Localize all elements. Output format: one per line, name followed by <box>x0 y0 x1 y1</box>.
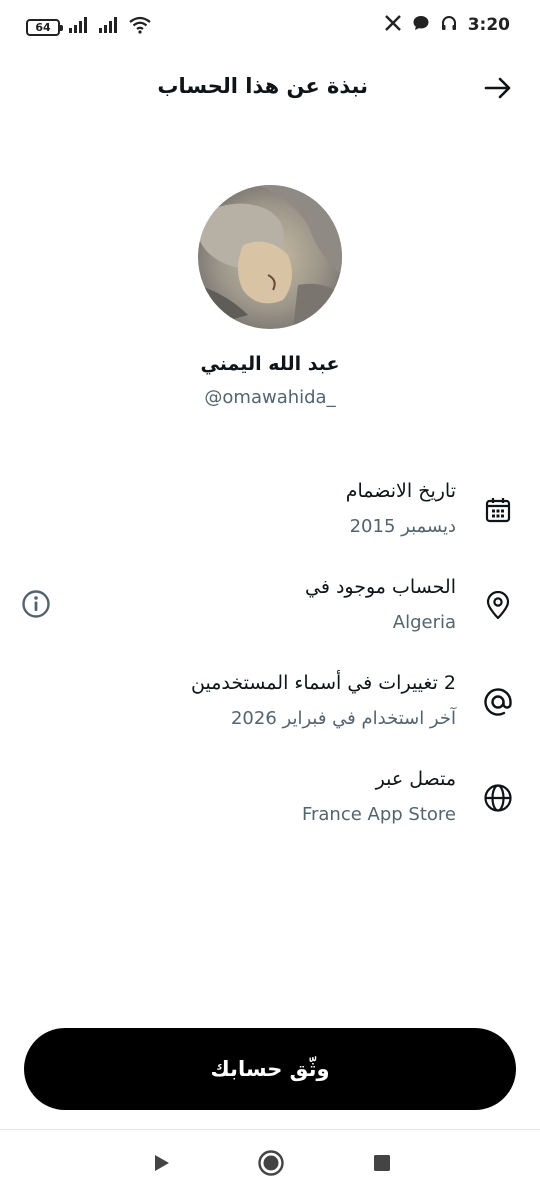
row-title: متصل عبر <box>375 768 456 790</box>
row-subtitle: Algeria <box>392 612 456 633</box>
back-triangle-icon <box>151 1153 171 1177</box>
status-left: 64 <box>26 16 152 38</box>
avatar[interactable] <box>198 185 342 329</box>
info-row-joined: تاريخ الانضمام ديسمبر 2015 <box>0 480 540 560</box>
globe-icon <box>482 782 514 814</box>
row-title: تاريخ الانضمام <box>345 480 456 502</box>
status-bar: 64 3:20 <box>0 0 540 52</box>
info-row-location: الحساب موجود في Algeria <box>0 576 540 656</box>
nav-recents-button[interactable] <box>367 1150 397 1180</box>
user-handle: @omawahida_ <box>204 387 336 408</box>
x-logo-icon <box>384 14 402 36</box>
status-right: 3:20 <box>384 14 510 36</box>
battery-indicator: 64 <box>26 18 63 36</box>
headphones-icon <box>440 14 458 36</box>
home-circle-icon <box>257 1149 285 1181</box>
row-title: الحساب موجود في <box>305 576 456 598</box>
page-title: نبذة عن هذا الحساب <box>157 74 368 98</box>
row-title: 2 تغييرات في أسماء المستخدمين <box>191 672 456 694</box>
display-name: عبد الله اليمني <box>200 353 340 375</box>
signal-icon <box>98 17 120 37</box>
nav-home-button[interactable] <box>256 1150 286 1180</box>
signal-icon <box>68 17 90 37</box>
wifi-icon <box>128 16 152 38</box>
clock: 3:20 <box>467 15 510 35</box>
info-row-username-changes: 2 تغييرات في أسماء المستخدمين آخر استخدا… <box>0 672 540 752</box>
info-row-connected-via: متصل عبر France App Store <box>0 768 540 848</box>
info-icon <box>21 589 51 623</box>
arrow-right-icon <box>484 76 512 104</box>
system-nav-bar <box>0 1130 540 1200</box>
back-button[interactable] <box>482 74 514 106</box>
location-info-button[interactable] <box>20 590 52 622</box>
chat-bubble-icon <box>412 14 430 36</box>
nav-back-button[interactable] <box>146 1150 176 1180</box>
location-pin-icon <box>482 590 514 622</box>
row-subtitle: آخر استخدام في فبراير 2026 <box>230 708 456 729</box>
verify-account-button[interactable]: وثّق حسابك <box>24 1028 516 1110</box>
header: نبذة عن هذا الحساب <box>0 66 540 112</box>
at-sign-icon <box>482 686 514 718</box>
recents-square-icon <box>373 1154 391 1176</box>
row-subtitle: France App Store <box>301 804 456 825</box>
row-subtitle: ديسمبر 2015 <box>349 516 456 537</box>
calendar-icon <box>482 494 514 526</box>
